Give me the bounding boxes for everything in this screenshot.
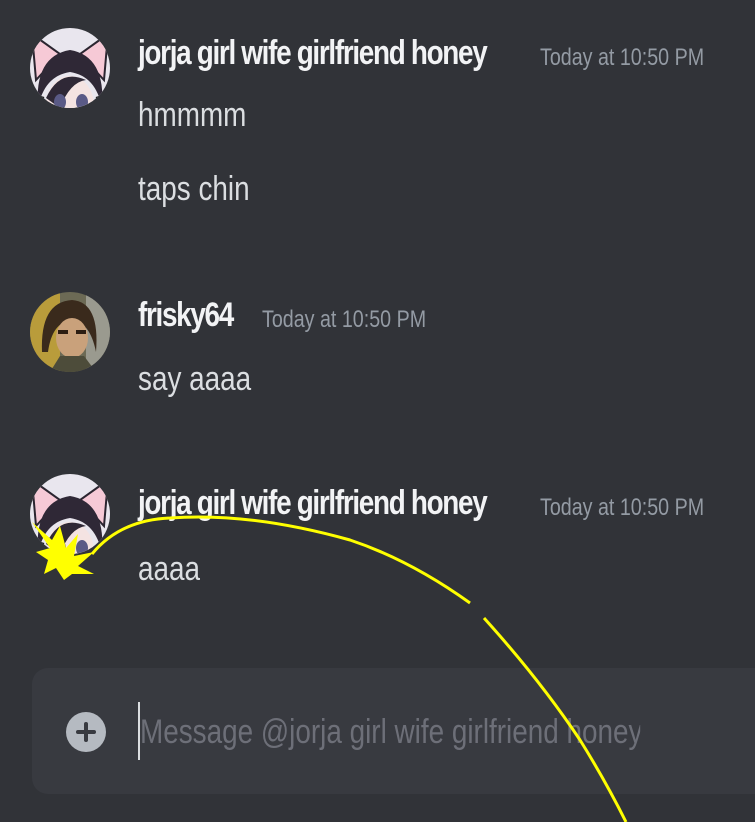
message-text: taps chin bbox=[138, 170, 250, 208]
timestamp: Today at 10:50 PM bbox=[540, 494, 705, 521]
message-text: aaaa bbox=[138, 550, 201, 588]
username[interactable]: jorja girl wife girlfriend honey bbox=[138, 484, 488, 523]
message-header: frisky64 Today at 10:50 PM bbox=[138, 296, 426, 335]
cat-girl-avatar-icon bbox=[30, 474, 110, 554]
message-input[interactable] bbox=[140, 704, 641, 760]
avatar-jorja[interactable] bbox=[30, 28, 110, 108]
message-header: jorja girl wife girlfriend honey Today a… bbox=[138, 484, 704, 523]
anime-character-avatar-icon bbox=[30, 292, 110, 372]
message-text: say aaaa bbox=[138, 360, 252, 398]
message-composer bbox=[32, 668, 755, 794]
username[interactable]: frisky64 bbox=[138, 296, 234, 335]
timestamp: Today at 10:50 PM bbox=[262, 306, 427, 333]
avatar-frisky64[interactable] bbox=[30, 292, 110, 372]
timestamp: Today at 10:50 PM bbox=[540, 44, 705, 71]
message-header: jorja girl wife girlfriend honey Today a… bbox=[138, 34, 704, 73]
username[interactable]: jorja girl wife girlfriend honey bbox=[138, 34, 488, 73]
cat-girl-avatar-icon bbox=[30, 28, 110, 108]
plus-circle-icon[interactable] bbox=[66, 712, 106, 752]
avatar-jorja[interactable] bbox=[30, 474, 110, 554]
message-text: hmmmm bbox=[138, 96, 247, 134]
